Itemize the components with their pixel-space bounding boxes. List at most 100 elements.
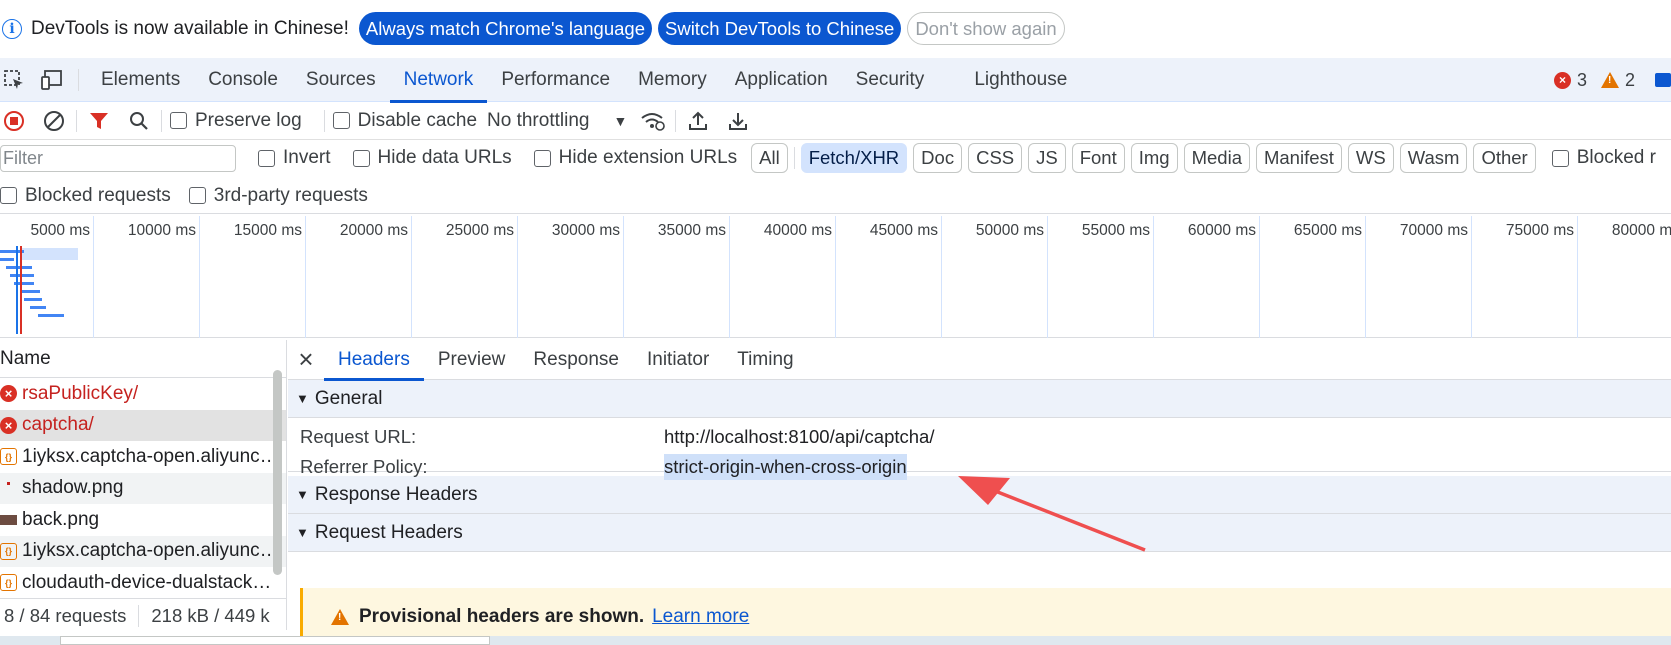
filter-icon[interactable] [85,107,113,135]
export-har-icon[interactable] [724,107,752,135]
type-filter-media[interactable]: Media [1183,143,1250,173]
tab-initiator[interactable]: Initiator [633,340,723,380]
request-row[interactable]: back.png [0,504,286,536]
blocked-requests-checkbox[interactable]: Blocked requests [0,185,171,207]
disable-cache-checkbox[interactable]: Disable cache [332,109,478,132]
hide-extension-urls-checkbox[interactable]: Hide extension URLs [533,147,737,169]
network-conditions-icon[interactable] [639,107,667,135]
issues-counter[interactable]: × 3 ! 2 [1553,58,1671,102]
checkbox-box[interactable] [332,112,350,129]
network-overview[interactable]: 5000 ms 10000 ms 15000 ms 20000 ms 25000 ms 3… [0,216,1671,338]
tab-lighthouse[interactable]: Lighthouse [960,58,1081,102]
close-icon[interactable]: × [288,344,324,375]
tab-console[interactable]: Console [194,58,292,102]
timeline-gridline [1047,216,1048,338]
type-filter-css[interactable]: CSS [968,143,1023,173]
type-filter-fetch-xhr[interactable]: Fetch/XHR [800,143,908,173]
general-section-header[interactable]: ▼ General [288,380,1671,418]
timeline-tick-label: 10000 ms [127,222,196,239]
tab-network[interactable]: Network [389,58,488,103]
disable-cache-label: Disable cache [357,109,478,131]
request-list-scrollbar[interactable] [273,370,282,575]
tab-preview[interactable]: Preview [424,340,520,380]
divider [76,109,77,132]
name-column-header[interactable]: Name [0,340,286,378]
language-infobar: i DevTools is now available in Chinese! … [0,0,1671,57]
timeline-tick-label: 75000 ms [1505,222,1574,239]
blocked-response-cookies-checkbox[interactable]: Blocked r [1551,147,1656,169]
request-row[interactable]: {} cloudauth-device-dualstack… [0,567,286,599]
timeline-tick-label: 15000 ms [233,222,302,239]
tab-timing[interactable]: Timing [723,340,807,380]
details-tabs: × Headers Preview Response Initiator Tim… [288,340,1671,381]
request-list: Name × rsaPublicKey/ × captcha/ {} 1iyksx.cap… [0,340,287,630]
invert-checkbox[interactable]: Invert [258,147,331,169]
response-headers-section-header[interactable]: ▼ Response Headers [288,476,1671,514]
warning-count: 2 [1624,69,1635,90]
tab-sources[interactable]: Sources [292,58,390,102]
checkbox-box[interactable] [258,149,275,167]
checkbox-box[interactable] [533,149,551,167]
search-icon[interactable] [125,107,153,135]
warning-icon: ! [331,608,349,625]
tab-application[interactable]: Application [721,58,842,102]
tab-memory[interactable]: Memory [624,58,721,102]
timeline-gridline [411,216,412,338]
checkbox-box[interactable] [352,149,370,167]
divider [323,109,325,132]
image-icon [0,480,17,497]
request-row[interactable]: {} 1iyksx.captcha-open.aliyunc… [0,535,286,567]
tab-performance[interactable]: Performance [487,58,624,102]
network-toolbar: Preserve log Disable cache No throttling… [0,102,1671,140]
switch-to-chinese-button[interactable]: Switch DevTools to Chinese [658,12,902,45]
type-filter-ws[interactable]: WS [1347,143,1394,173]
request-row[interactable]: shadow.png [0,472,286,504]
type-filter-wasm[interactable]: Wasm [1399,143,1468,173]
network-status-bar: 8 / 84 requests 218 kB / 449 k [0,598,287,632]
dont-show-again-button[interactable]: Don't show again [907,12,1065,45]
checkbox-box[interactable] [188,187,206,204]
request-row[interactable]: × captcha/ [0,409,286,441]
device-toolbar-icon[interactable] [38,66,66,94]
preserve-log-checkbox[interactable]: Preserve log [170,110,302,132]
type-filter-other[interactable]: Other [1473,143,1536,173]
tab-headers[interactable]: Headers [324,340,424,381]
third-party-requests-checkbox[interactable]: 3rd-party requests [188,185,368,207]
request-row[interactable]: {} 1iyksx.captcha-open.aliyunc… [0,441,286,473]
tab-elements[interactable]: Elements [87,58,194,102]
timeline-tick-label: 60000 ms [1187,222,1256,239]
timeline-gridline [1577,216,1578,338]
type-filter-img[interactable]: Img [1130,143,1178,173]
clear-icon[interactable] [40,107,68,135]
tab-security[interactable]: Security [842,58,939,102]
hide-data-urls-checkbox[interactable]: Hide data URLs [352,147,512,169]
provisional-text: Provisional headers are shown. [359,605,645,627]
comment-icon[interactable] [1655,73,1671,87]
inspect-element-icon[interactable] [0,66,28,94]
request-row[interactable]: × rsaPublicKey/ [0,378,286,410]
import-har-icon[interactable] [684,107,712,135]
timeline-gridline [1365,216,1366,338]
record-stop-icon[interactable] [0,107,28,135]
tab-response[interactable]: Response [519,340,633,380]
checkbox-box[interactable] [170,112,187,129]
throttling-select[interactable]: No throttling ▼ [487,110,627,132]
learn-more-link[interactable]: Learn more [652,606,749,628]
referrer-policy-key: Referrer Policy: [300,456,428,477]
request-headers-section-header[interactable]: ▼ Request Headers [288,514,1671,552]
type-filter-manifest[interactable]: Manifest [1255,143,1342,173]
request-name: shadow.png [22,477,124,499]
type-filter-doc[interactable]: Doc [913,143,963,173]
chevron-down-icon: ▼ [613,112,628,129]
checkbox-box[interactable] [1551,149,1569,167]
type-filter-js[interactable]: JS [1028,143,1066,173]
checkbox-box[interactable] [0,187,17,204]
type-filter-font[interactable]: Font [1071,143,1125,173]
type-filter-all[interactable]: All [751,143,788,173]
warning-icon: ! [1600,72,1619,88]
always-match-language-button[interactable]: Always match Chrome's language [358,12,652,45]
divider [161,109,162,132]
hide-data-urls-label: Hide data URLs [377,147,512,168]
filter-input[interactable]: Filter [0,144,236,172]
request-name: captcha/ [22,414,94,436]
